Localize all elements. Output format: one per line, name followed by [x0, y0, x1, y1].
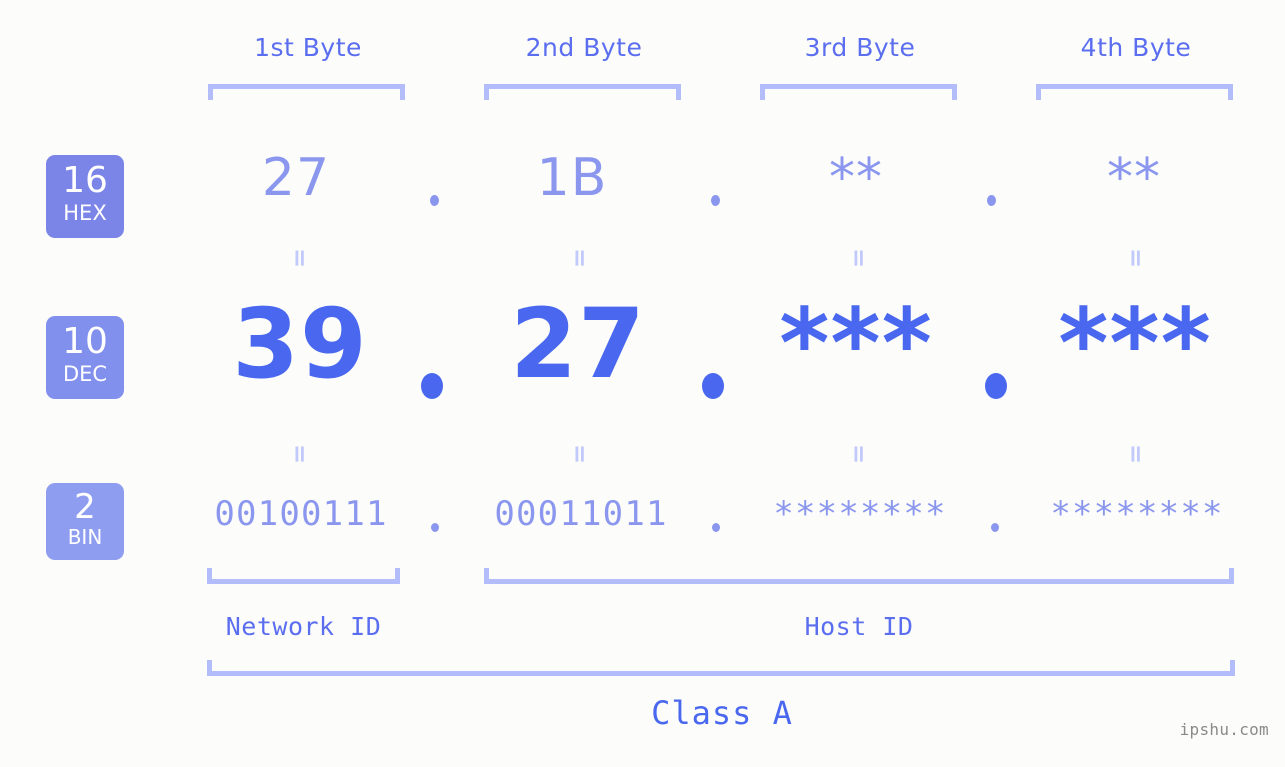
- byte-bracket-1: [208, 84, 405, 100]
- class-bracket: [207, 660, 1235, 676]
- dec-byte-1: 39: [232, 288, 368, 400]
- dec-separator-1: [421, 373, 443, 399]
- dec-separator-2: [702, 373, 724, 399]
- byte-header-1: 1st Byte: [254, 33, 362, 62]
- radix-badge-bin-name: BIN: [67, 525, 103, 549]
- dec-separator-3: [985, 373, 1007, 399]
- bin-byte-1: 00100111: [214, 494, 388, 534]
- radix-badge-hex-name: HEX: [63, 201, 107, 225]
- hex-separator-1: [430, 195, 439, 206]
- radix-badge-bin: 2 BIN: [46, 483, 124, 560]
- dec-byte-3: ***: [779, 288, 933, 400]
- equals-mark-dec-bin-3: =: [844, 443, 873, 467]
- equals-mark-dec-bin-2: =: [565, 443, 594, 467]
- bin-separator-3: [991, 523, 999, 532]
- byte-header-3: 3rd Byte: [804, 33, 916, 62]
- byte-bracket-4: [1036, 84, 1233, 100]
- radix-badge-dec-number: 10: [62, 321, 108, 362]
- radix-badge-dec: 10 DEC: [46, 316, 124, 399]
- byte-header-4: 4th Byte: [1080, 33, 1192, 62]
- hex-byte-1: 27: [261, 148, 331, 208]
- dec-byte-2: 27: [510, 288, 646, 400]
- hex-byte-3: **: [829, 148, 883, 208]
- radix-badge-bin-number: 2: [74, 487, 96, 527]
- host-id-bracket: [484, 568, 1234, 584]
- equals-mark-hex-dec-1: =: [285, 247, 314, 271]
- equals-mark-dec-bin-1: =: [285, 443, 314, 467]
- byte-header-2: 2nd Byte: [525, 33, 643, 62]
- hex-separator-3: [987, 195, 996, 206]
- byte-bracket-2: [484, 84, 681, 100]
- bin-byte-2: 00011011: [494, 494, 668, 534]
- bin-separator-2: [712, 523, 720, 532]
- hex-byte-2: 1B: [536, 148, 608, 208]
- host-id-label: Host ID: [804, 612, 914, 641]
- hex-separator-2: [711, 195, 720, 206]
- hex-byte-4: **: [1107, 148, 1161, 208]
- radix-badge-hex: 16 HEX: [46, 155, 124, 238]
- network-id-bracket: [207, 568, 400, 584]
- ip-address-breakdown-diagram: 1st Byte 2nd Byte 3rd Byte 4th Byte 16 H…: [0, 0, 1285, 767]
- equals-mark-hex-dec-4: =: [1121, 247, 1150, 271]
- radix-badge-hex-number: 16: [62, 160, 108, 201]
- bin-byte-3: ********: [773, 494, 947, 534]
- bin-byte-4: ********: [1050, 494, 1224, 534]
- radix-badge-dec-name: DEC: [62, 362, 108, 386]
- watermark: ipshu.com: [1179, 720, 1269, 739]
- bin-separator-1: [431, 523, 439, 532]
- equals-mark-dec-bin-4: =: [1121, 443, 1150, 467]
- equals-mark-hex-dec-2: =: [565, 247, 594, 271]
- class-label: Class A: [651, 694, 793, 732]
- byte-bracket-3: [760, 84, 957, 100]
- network-id-label: Network ID: [225, 612, 382, 641]
- dec-byte-4: ***: [1058, 288, 1212, 400]
- equals-mark-hex-dec-3: =: [844, 247, 873, 271]
